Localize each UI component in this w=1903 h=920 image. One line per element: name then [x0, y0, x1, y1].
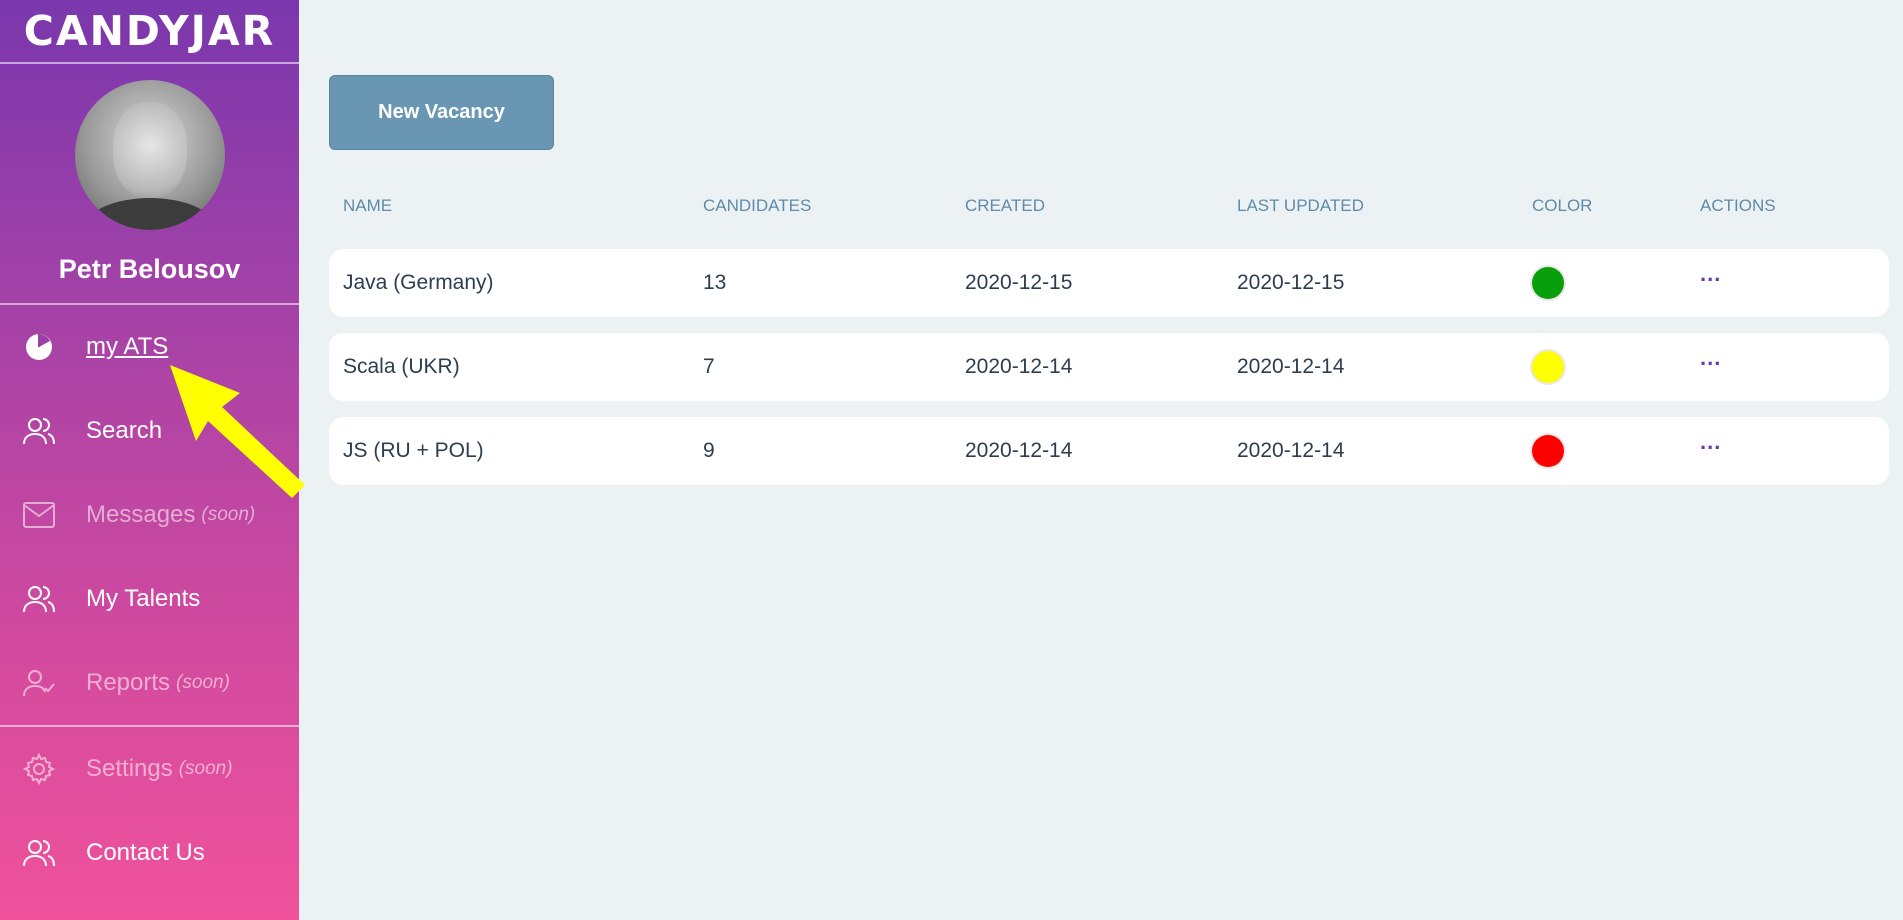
- column-header-last-updated[interactable]: LAST UPDATED: [1237, 196, 1364, 216]
- row-actions-button[interactable]: ...: [1700, 429, 1721, 455]
- sidebar-item-search[interactable]: Search: [0, 389, 299, 473]
- vacancy-name[interactable]: JS (RU + POL): [343, 439, 484, 463]
- column-header-color: COLOR: [1532, 196, 1593, 215]
- soon-tag: (soon): [176, 672, 230, 693]
- main-content: New Vacancy NAME CANDIDATES CREATED LAST…: [299, 0, 1903, 920]
- sidebar-item-settings[interactable]: Settings (soon): [0, 727, 299, 811]
- sidebar-item-my-talents[interactable]: My Talents: [0, 557, 299, 641]
- new-vacancy-button[interactable]: New Vacancy: [329, 75, 554, 150]
- sidebar-item-label: Search: [86, 417, 163, 444]
- users-icon: [22, 836, 56, 870]
- sidebar-nav-bottom: Settings (soon) Contact Us: [0, 727, 299, 895]
- user-name: Petr Belousov: [58, 254, 241, 284]
- gear-icon: [22, 752, 56, 786]
- candidate-count: 7: [703, 355, 715, 378]
- sidebar-item-label: my ATS: [86, 333, 169, 360]
- column-header-created[interactable]: CREATED: [965, 196, 1045, 216]
- created-date: 2020-12-15: [965, 271, 1073, 294]
- sidebar: CANDYJAR Petr Belousov my ATS Search Mes…: [0, 0, 299, 920]
- app-logo[interactable]: CANDYJAR: [24, 7, 275, 55]
- column-header-candidates[interactable]: CANDIDATES: [703, 196, 811, 216]
- table-row[interactable]: Scala (UKR) 7 2020-12-14 2020-12-14 ...: [329, 333, 1889, 401]
- users-icon: [22, 582, 56, 616]
- color-swatch[interactable]: [1532, 351, 1564, 383]
- avatar-face: [112, 102, 187, 198]
- avatar-shirt: [84, 198, 215, 230]
- updated-date: 2020-12-14: [1237, 439, 1345, 462]
- sidebar-item-label: Reports: [86, 669, 171, 696]
- avatar[interactable]: [74, 80, 225, 230]
- column-header-actions: ACTIONS: [1700, 196, 1776, 215]
- avatar-wrap: [0, 64, 299, 230]
- updated-date: 2020-12-14: [1237, 355, 1345, 378]
- candidate-count: 9: [703, 439, 715, 462]
- mail-icon: [22, 498, 56, 532]
- soon-tag: (soon): [201, 504, 256, 525]
- updated-date: 2020-12-15: [1237, 271, 1345, 294]
- vacancy-name[interactable]: Scala (UKR): [343, 355, 460, 379]
- table-header: NAME CANDIDATES CREATED LAST UPDATED COL…: [329, 196, 1889, 220]
- table-row[interactable]: Java (Germany) 13 2020-12-15 2020-12-15 …: [329, 249, 1889, 317]
- sidebar-item-label: Messages: [86, 501, 196, 528]
- sidebar-item-reports[interactable]: Reports (soon): [0, 641, 299, 725]
- sidebar-item-messages[interactable]: Messages (soon): [0, 473, 299, 557]
- row-actions-button[interactable]: ...: [1700, 261, 1721, 287]
- created-date: 2020-12-14: [965, 439, 1073, 462]
- sidebar-item-my-ats[interactable]: my ATS: [0, 305, 299, 389]
- column-header-name[interactable]: NAME: [343, 196, 392, 216]
- sidebar-item-contact-us[interactable]: Contact Us: [0, 811, 299, 895]
- color-swatch[interactable]: [1532, 435, 1564, 467]
- users-icon: [22, 414, 56, 448]
- soon-tag: (soon): [178, 758, 233, 779]
- logo-bar: CANDYJAR: [0, 0, 299, 64]
- pie-chart-icon: [22, 330, 56, 364]
- created-date: 2020-12-14: [965, 355, 1073, 378]
- user-check-icon: [22, 666, 56, 700]
- table-row[interactable]: JS (RU + POL) 9 2020-12-14 2020-12-14 ..…: [329, 417, 1889, 485]
- row-actions-button[interactable]: ...: [1700, 345, 1721, 371]
- candidate-count: 13: [703, 271, 727, 294]
- sidebar-item-label: Settings: [86, 755, 173, 782]
- color-swatch[interactable]: [1532, 267, 1564, 299]
- vacancy-name[interactable]: Java (Germany): [343, 271, 494, 295]
- sidebar-item-label: My Talents: [86, 585, 201, 612]
- sidebar-nav: my ATS Search Messages (soon) My Talents: [0, 305, 299, 725]
- sidebar-item-label: Contact Us: [86, 839, 205, 866]
